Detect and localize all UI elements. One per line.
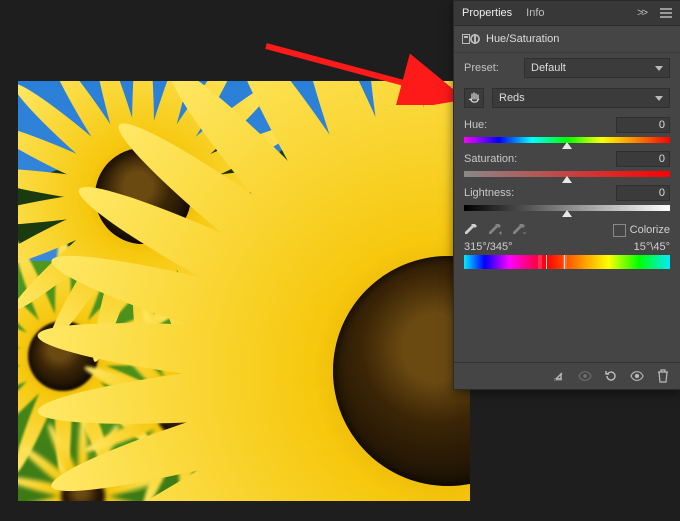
hue-range-right: 15°\45°	[634, 241, 670, 253]
tab-properties[interactable]: Properties	[462, 7, 512, 19]
lightness-slider[interactable]	[464, 203, 670, 213]
chevron-down-icon	[655, 66, 663, 71]
collapse-icon[interactable]: >>	[637, 7, 646, 19]
tab-info[interactable]: Info	[526, 7, 544, 19]
colorize-checkbox[interactable]: Colorize	[613, 224, 670, 237]
lightness-label: Lightness:	[464, 187, 514, 199]
clip-to-layer-icon[interactable]	[552, 369, 566, 383]
saturation-slider[interactable]	[464, 169, 670, 179]
image-canvas[interactable]	[18, 81, 470, 501]
color-range-select[interactable]: Reds	[492, 88, 670, 108]
chevron-down-icon	[655, 96, 663, 101]
hue-value[interactable]: 0	[616, 117, 670, 133]
preset-label: Preset:	[464, 62, 516, 74]
targeted-adjustment-tool[interactable]	[464, 88, 484, 108]
trash-icon[interactable]	[656, 369, 670, 383]
properties-panel: Properties Info >> Hue/Saturation Preset…	[453, 0, 680, 390]
saturation-label: Saturation:	[464, 153, 517, 165]
hue-range-left: 315°/345°	[464, 241, 513, 253]
hue-slider[interactable]	[464, 135, 670, 145]
adjustment-type-icon	[462, 32, 480, 46]
adjustment-title: Hue/Saturation	[486, 33, 559, 45]
eyedropper-icon[interactable]	[464, 223, 478, 237]
eyedropper-add-icon[interactable]	[488, 223, 502, 237]
preset-select[interactable]: Default	[524, 58, 670, 78]
saturation-value[interactable]: 0	[616, 151, 670, 167]
lightness-value[interactable]: 0	[616, 185, 670, 201]
visibility-icon[interactable]	[630, 369, 644, 383]
panel-menu-icon[interactable]	[660, 8, 672, 18]
sunflower-large	[268, 191, 470, 501]
eyedropper-subtract-icon[interactable]	[512, 223, 526, 237]
reset-icon[interactable]	[604, 369, 618, 383]
hue-label: Hue:	[464, 119, 487, 131]
view-previous-icon[interactable]	[578, 369, 592, 383]
hue-range-strip[interactable]	[464, 255, 670, 269]
